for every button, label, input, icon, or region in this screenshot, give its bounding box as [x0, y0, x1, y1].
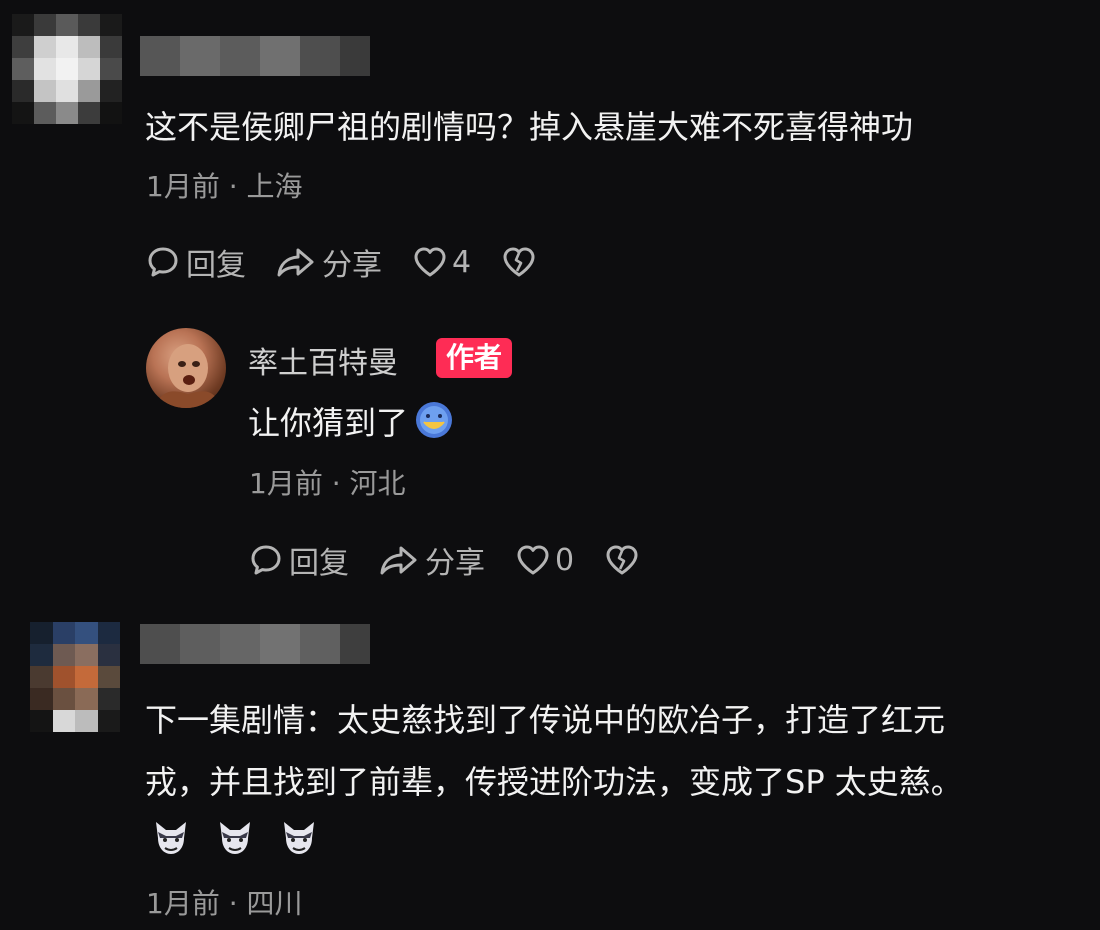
broken-heart-icon — [606, 545, 638, 575]
comment-meta: 1月前 · 四川 — [146, 887, 303, 920]
sticker-row — [150, 816, 320, 858]
author-badge: 作者 — [436, 338, 513, 378]
dislike-button[interactable] — [604, 543, 640, 577]
comment-actions: 回复 分享 4 — [146, 240, 567, 284]
like-count: 4 — [452, 244, 472, 280]
reply-label: 回复 — [289, 546, 349, 581]
comment-2-reply: 率土百特曼 作者 让你猜到了 1月前 · 河北 回复 分享 0 — [0, 300, 1100, 600]
like-button[interactable]: 4 — [412, 245, 471, 280]
author-name[interactable]: 率土百特曼 — [248, 338, 398, 382]
reply-meta: 1月前 · 河北 — [249, 467, 406, 500]
comment-3: 下一集剧情：太史慈找到了传说中的欧冶子，打造了红元 戎，并且找到了前辈，传授进阶… — [0, 600, 1100, 930]
reply-button[interactable]: 回复 — [146, 240, 246, 284]
share-button[interactable]: 分享 — [379, 538, 485, 582]
comment-text-line-1: 下一集剧情：太史慈找到了传说中的欧冶子，打造了红元 — [145, 701, 946, 739]
comment-text-line-2: 戎，并且找到了前辈，传授进阶功法，变成了SP 太史慈。 — [145, 763, 963, 801]
smile-emoji-icon — [416, 402, 453, 438]
like-count: 0 — [555, 542, 575, 578]
like-button[interactable]: 0 — [515, 543, 574, 578]
share-arrow-icon — [277, 248, 314, 277]
comment-text: 这不是侯卿尸祖的剧情吗？掉入悬崖大难不死喜得神功 — [145, 108, 914, 146]
dislike-button[interactable] — [501, 245, 537, 279]
reply-label: 回复 — [186, 248, 246, 283]
wolf-sticker-icon — [284, 822, 314, 854]
reply-actions: 回复 分享 0 — [249, 538, 670, 582]
share-label: 分享 — [322, 248, 382, 283]
avatar-blurred[interactable] — [12, 14, 122, 124]
reply-text: 让你猜到了 — [248, 404, 409, 442]
heart-icon — [517, 545, 549, 575]
broken-heart-icon — [503, 247, 535, 277]
reply-bubble-icon — [251, 545, 281, 575]
reply-bubble-icon — [148, 247, 178, 277]
wolf-sticker-icon — [220, 822, 250, 854]
author-avatar[interactable] — [146, 328, 226, 408]
avatar-face-icon — [156, 344, 220, 408]
heart-icon — [414, 247, 446, 277]
avatar-blurred[interactable] — [30, 622, 120, 732]
share-label: 分享 — [425, 546, 485, 581]
username-blurred[interactable] — [140, 36, 370, 76]
share-arrow-icon — [380, 546, 417, 575]
wolf-sticker-icon — [156, 822, 186, 854]
reply-text-row: 让你猜到了 — [248, 392, 454, 454]
share-button[interactable]: 分享 — [276, 240, 382, 284]
comment-section: 这不是侯卿尸祖的剧情吗？掉入悬崖大难不死喜得神功 1月前 · 上海 回复 分享 … — [0, 0, 1100, 930]
comment-1: 这不是侯卿尸祖的剧情吗？掉入悬崖大难不死喜得神功 1月前 · 上海 回复 分享 … — [0, 0, 1100, 300]
username-blurred[interactable] — [140, 624, 370, 664]
comment-meta: 1月前 · 上海 — [146, 170, 303, 203]
reply-button[interactable]: 回复 — [249, 538, 349, 582]
